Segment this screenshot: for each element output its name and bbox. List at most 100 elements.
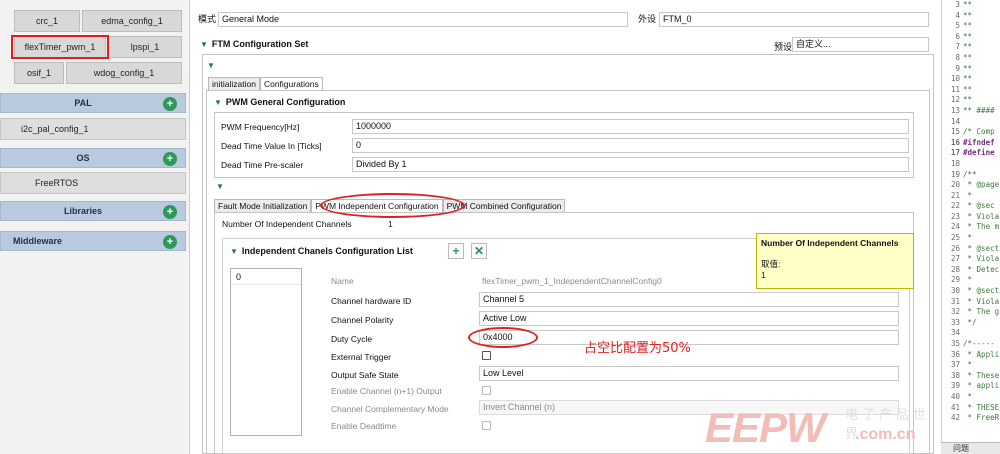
code-text: ** — [963, 10, 973, 20]
chevron-down-icon[interactable]: ▼ — [214, 98, 222, 107]
code-line: 9 ** — [942, 64, 1000, 75]
code-text: #ifndef — [963, 137, 995, 147]
code-line: 4 ** — [942, 11, 1000, 22]
line-number: 3 — [955, 0, 960, 9]
code-line: 8 ** — [942, 53, 1000, 64]
output-safe-state-select[interactable]: Low Level — [479, 366, 899, 381]
code-text: ** — [963, 42, 973, 52]
plus-circle-icon[interactable]: + — [163, 205, 177, 219]
line-number: 6 — [955, 31, 960, 41]
channel-polarity-select[interactable]: Active Low — [479, 311, 899, 326]
code-text: ** — [963, 52, 973, 62]
plus-circle-icon[interactable]: + — [163, 235, 177, 249]
tab-configurations[interactable]: Configurations — [259, 77, 323, 91]
list-item[interactable]: FreeRTOS — [0, 172, 186, 194]
peripheral-field[interactable]: FTM_0 — [659, 12, 929, 27]
section-middleware[interactable]: Middleware + — [0, 231, 186, 251]
tab-fault-mode[interactable]: Fault Mode Initialization — [214, 199, 312, 213]
line-number: 20 — [950, 180, 960, 190]
plus-circle-icon[interactable]: + — [163, 152, 177, 166]
component-tile[interactable]: osif_1 — [14, 62, 64, 84]
section-title: Independent Chanels Configuration List — [241, 246, 413, 256]
close-icon: ✕ — [473, 244, 485, 258]
plus-icon: + — [452, 244, 460, 258]
code-lines: 3 ** 4 ** 5 ** 6 ** 7 ** 8 ** 9 ** 10 ** 11 ** 12 ** 13 ** ##… — [942, 0, 1000, 424]
channel-list: 0 — [230, 268, 302, 436]
field-label: Name — [331, 276, 354, 286]
code-line: 35/*----- — [942, 339, 1000, 350]
code-text: * The g — [963, 307, 1000, 317]
code-text: * @page — [963, 180, 1000, 190]
line-number: 23 — [950, 211, 960, 221]
line-number: 41 — [950, 402, 960, 412]
preset-field[interactable]: 自定义... — [792, 37, 929, 52]
code-text: * — [963, 190, 973, 200]
line-number: 35 — [950, 339, 960, 348]
mode-label: 模式 — [198, 14, 217, 24]
code-text: * — [963, 233, 973, 243]
code-line: 37 * — [942, 360, 1000, 371]
code-text: ** #### — [963, 105, 995, 115]
line-number: 32 — [950, 307, 960, 317]
channel-list-header[interactable]: ▼ Independent Chanels Configuration List — [230, 246, 413, 256]
external-trigger-checkbox[interactable] — [482, 351, 491, 360]
field-label: Enable Channel (n+1) Output — [331, 386, 442, 396]
code-text: * Detec — [963, 264, 1000, 274]
line-number: 19 — [950, 169, 960, 179]
code-text: * Viola — [963, 254, 1000, 264]
channel-hw-id-select[interactable]: Channel 5 — [479, 292, 899, 307]
line-number: 37 — [950, 360, 960, 370]
component-tile[interactable]: wdog_config_1 — [66, 62, 182, 84]
chevron-down-icon[interactable]: ▼ — [216, 182, 224, 191]
component-tile[interactable]: crc_1 — [14, 10, 80, 32]
dead-time-prescaler-select[interactable]: Divided By 1 — [352, 157, 909, 172]
code-line: 7 ** — [942, 42, 1000, 53]
section-pal[interactable]: PAL + — [0, 93, 186, 113]
enable-deadtime-checkbox[interactable] — [482, 421, 491, 430]
section-title: FTM Configuration Set — [211, 39, 309, 49]
enable-channel-output-checkbox[interactable] — [482, 386, 491, 395]
section-os[interactable]: OS + — [0, 148, 186, 168]
line-number: 24 — [950, 222, 960, 232]
remove-item-button[interactable]: ✕ — [471, 243, 487, 259]
pwm-general-header[interactable]: ▼ PWM General Configuration — [214, 97, 345, 107]
code-text: * Appli — [963, 349, 1000, 359]
plus-circle-icon[interactable]: + — [163, 97, 177, 111]
code-text: * FreeR — [963, 413, 1000, 423]
section-libraries[interactable]: Libraries + — [0, 201, 186, 221]
channel-count-label: Number Of Independent Channels — [222, 219, 352, 229]
dead-time-value-field[interactable]: 0 — [352, 138, 909, 153]
tab-initialization[interactable]: initialization — [208, 77, 260, 91]
code-text: * Viola — [963, 296, 1000, 306]
pwm-frequency-field[interactable]: 1000000 — [352, 119, 909, 134]
chevron-down-icon[interactable]: ▼ — [230, 247, 238, 256]
code-line: 42 * FreeR — [942, 413, 1000, 424]
field-label: Output Safe State — [331, 370, 399, 380]
code-line: 34 — [942, 328, 1000, 339]
chevron-down-icon[interactable]: ▼ — [207, 61, 215, 70]
code-text: * THESE — [963, 402, 1000, 412]
list-item[interactable]: i2c_pal_config_1 — [0, 118, 186, 140]
component-tile[interactable]: edma_config_1 — [82, 10, 182, 32]
code-text: * The m — [963, 222, 1000, 232]
code-line: 31 * Viola — [942, 297, 1000, 308]
line-number: 17 — [950, 148, 960, 158]
field-label: Channel Complementary Mode — [331, 404, 449, 414]
code-line: 24 * The m — [942, 222, 1000, 233]
ftm-config-header[interactable]: ▼ FTM Configuration Set — [200, 39, 308, 49]
channel-count-value: 1 — [388, 219, 393, 229]
list-item[interactable]: 0 — [231, 269, 301, 285]
mode-field[interactable]: General Mode — [218, 12, 628, 27]
code-line: 39 * appli — [942, 381, 1000, 392]
component-tile[interactable]: lpspi_1 — [108, 36, 182, 58]
problems-tab[interactable]: 问题 — [941, 442, 1000, 454]
line-number: 36 — [950, 349, 960, 359]
line-number: 40 — [950, 391, 960, 401]
code-editor[interactable]: 3 ** 4 ** 5 ** 6 ** 7 ** 8 ** 9 ** 10 ** 11 ** 12 ** 13 ** ##… — [941, 0, 1000, 454]
line-number: 27 — [950, 254, 960, 264]
code-text: ** — [963, 21, 973, 31]
add-item-button[interactable]: + — [448, 243, 464, 259]
chevron-down-icon[interactable]: ▼ — [200, 40, 208, 49]
watermark: EEPW 电子产品世界 .com.cn — [705, 400, 937, 451]
code-line: 10 ** — [942, 74, 1000, 85]
